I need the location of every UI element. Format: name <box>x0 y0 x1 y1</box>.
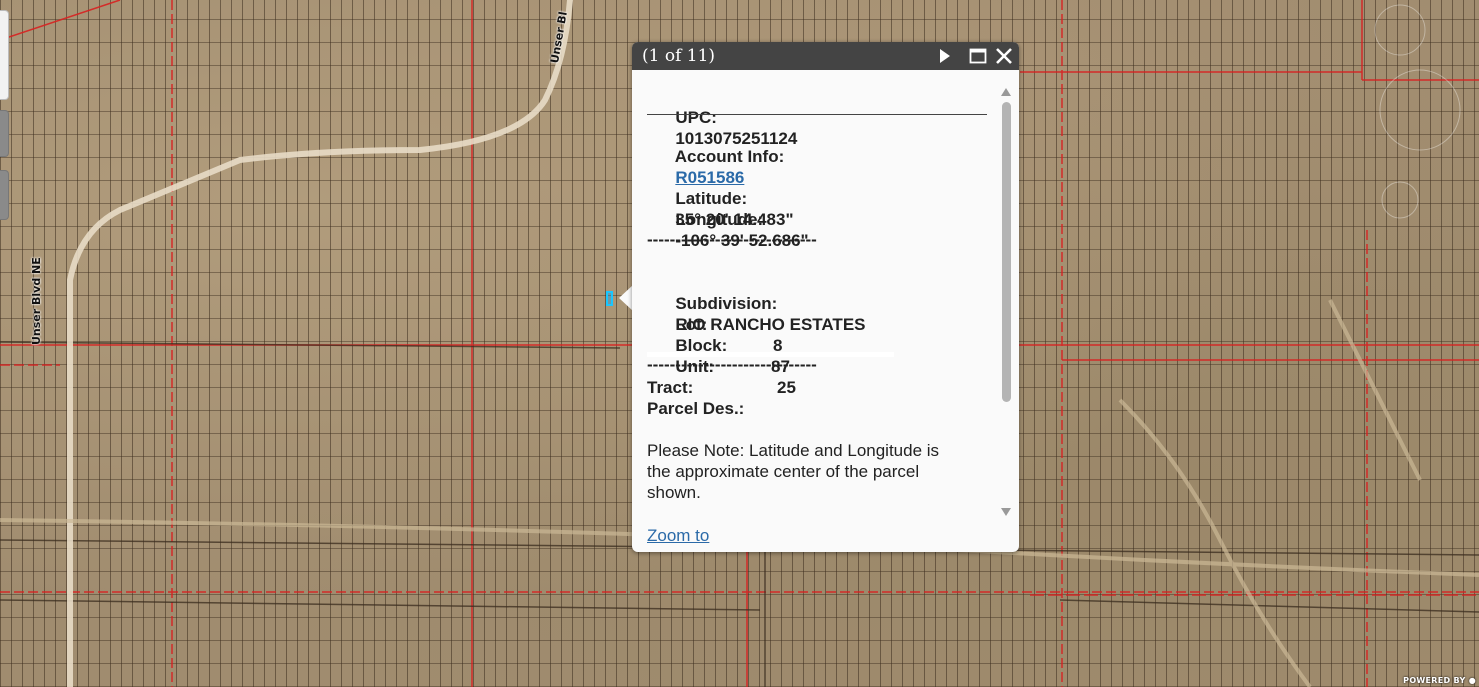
popup-pointer <box>619 285 633 311</box>
note-line-2: the approximate center of the parcel <box>647 462 920 481</box>
scroll-down-arrow-icon[interactable] <box>1000 502 1012 516</box>
scroll-up-arrow-icon[interactable] <box>1000 82 1012 96</box>
left-panel-tab[interactable] <box>0 10 9 100</box>
road-label-unser-blvd: Unser Blvd NE <box>30 257 43 345</box>
info-popup: (1 of 11) UPC: 1013075251124 Account Inf… <box>632 42 1019 552</box>
separator: ------------------------------ <box>647 230 817 249</box>
note-line-3: shown. <box>647 483 701 502</box>
popup-scrollbar[interactable] <box>999 82 1013 518</box>
scroll-thumb[interactable] <box>1002 102 1011 402</box>
zoom-to-link[interactable]: Zoom to <box>647 526 709 546</box>
left-panel-tab-dark-2[interactable] <box>0 170 9 220</box>
esri-globe-icon: ● <box>1468 676 1476 685</box>
parcel-des-label: Parcel Des.: <box>647 399 745 418</box>
account-label: Account Info: <box>674 147 785 166</box>
tract-label: Tract: <box>647 378 694 397</box>
attribution-label: POWERED BY ● <box>1403 676 1476 685</box>
close-icon[interactable] <box>994 46 1014 66</box>
divider <box>647 114 987 115</box>
unit-value: 25 <box>777 378 796 397</box>
longitude-label: Longitude: <box>675 210 764 229</box>
selected-parcel-highlight[interactable] <box>606 291 613 306</box>
attribution-text: POWERED BY <box>1403 676 1466 685</box>
note-line-1: Please Note: Latitude and Longitude is <box>647 441 940 460</box>
separator-2: ------------------------------ <box>647 355 817 374</box>
maximize-icon[interactable] <box>968 46 988 66</box>
popup-counter: (1 of 11) <box>642 46 716 66</box>
play-icon[interactable] <box>934 46 954 66</box>
left-panel-tab-dark[interactable] <box>0 110 9 157</box>
popup-header: (1 of 11) <box>632 42 1019 70</box>
